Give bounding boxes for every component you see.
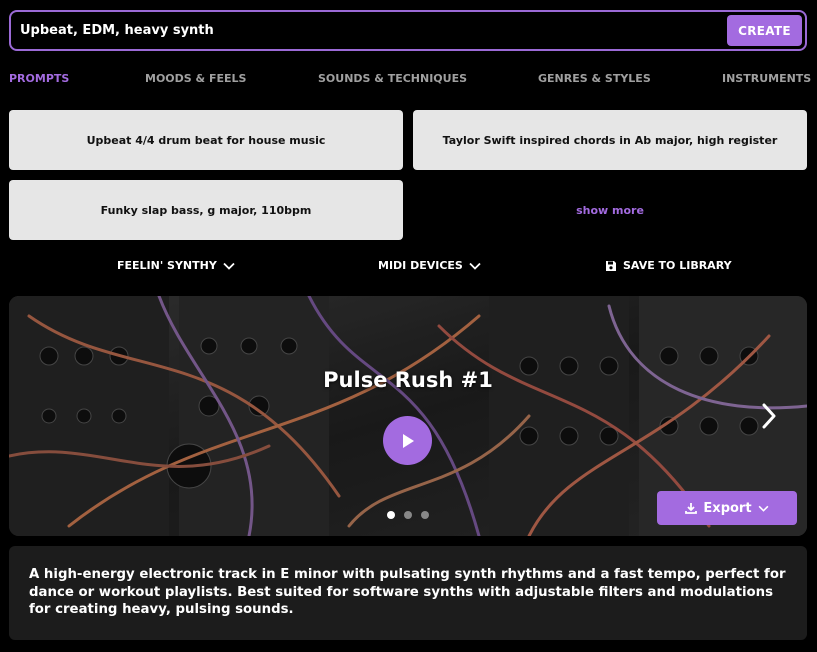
track-description: A high-energy electronic track in E mino… — [9, 546, 807, 640]
carousel-dot[interactable] — [421, 511, 429, 519]
tab-instruments[interactable]: INSTRUMENTS — [722, 72, 811, 85]
prompt-card[interactable]: Upbeat 4/4 drum beat for house music — [9, 110, 403, 170]
prompt-card-text: Funky slap bass, g major, 110bpm — [100, 203, 312, 217]
options-row: FEELIN' SYNTHY MIDI DEVICES SAVE TO LIBR… — [0, 259, 817, 279]
search-bar: CREATE — [9, 10, 807, 51]
tab-sounds-techniques[interactable]: SOUNDS & TECHNIQUES — [318, 72, 467, 85]
tab-prompts[interactable]: PROMPTS — [9, 72, 69, 85]
play-button[interactable] — [383, 416, 432, 465]
play-icon — [402, 433, 414, 448]
prompt-card[interactable]: Funky slap bass, g major, 110bpm — [9, 180, 403, 240]
save-label: SAVE TO LIBRARY — [623, 259, 732, 272]
chevron-down-icon — [223, 262, 235, 270]
track-title: Pulse Rush #1 — [323, 368, 493, 392]
tab-genres-styles[interactable]: GENRES & STYLES — [538, 72, 651, 85]
carousel-dot[interactable] — [387, 511, 395, 519]
create-button[interactable]: CREATE — [727, 15, 802, 46]
prompt-input[interactable] — [20, 12, 710, 49]
save-to-library-button[interactable]: SAVE TO LIBRARY — [605, 259, 732, 272]
show-more-link[interactable]: show more — [413, 180, 807, 240]
chevron-right-icon[interactable] — [759, 402, 779, 430]
preset-dropdown[interactable]: FEELIN' SYNTHY — [117, 259, 235, 272]
chevron-down-icon — [758, 505, 768, 512]
midi-devices-dropdown[interactable]: MIDI DEVICES — [378, 259, 481, 272]
download-icon — [685, 503, 698, 514]
prompt-card-text: Taylor Swift inspired chords in Ab major… — [442, 133, 778, 147]
preset-label: FEELIN' SYNTHY — [117, 259, 217, 272]
track-description-text: A high-energy electronic track in E mino… — [29, 567, 786, 617]
prompt-card-text: Upbeat 4/4 drum beat for house music — [86, 133, 326, 147]
carousel-dot[interactable] — [404, 511, 412, 519]
export-label: Export — [703, 500, 752, 516]
midi-label: MIDI DEVICES — [378, 259, 463, 272]
prompt-card[interactable]: Taylor Swift inspired chords in Ab major… — [413, 110, 807, 170]
category-tabs: PROMPTS MOODS & FEELS SOUNDS & TECHNIQUE… — [9, 72, 811, 90]
save-icon — [606, 260, 616, 271]
export-button[interactable]: Export — [657, 491, 797, 525]
track-carousel: Pulse Rush #1 Export — [9, 296, 807, 536]
carousel-indicators — [385, 511, 433, 521]
tab-moods-feels[interactable]: MOODS & FEELS — [145, 72, 246, 85]
chevron-down-icon — [469, 262, 481, 270]
